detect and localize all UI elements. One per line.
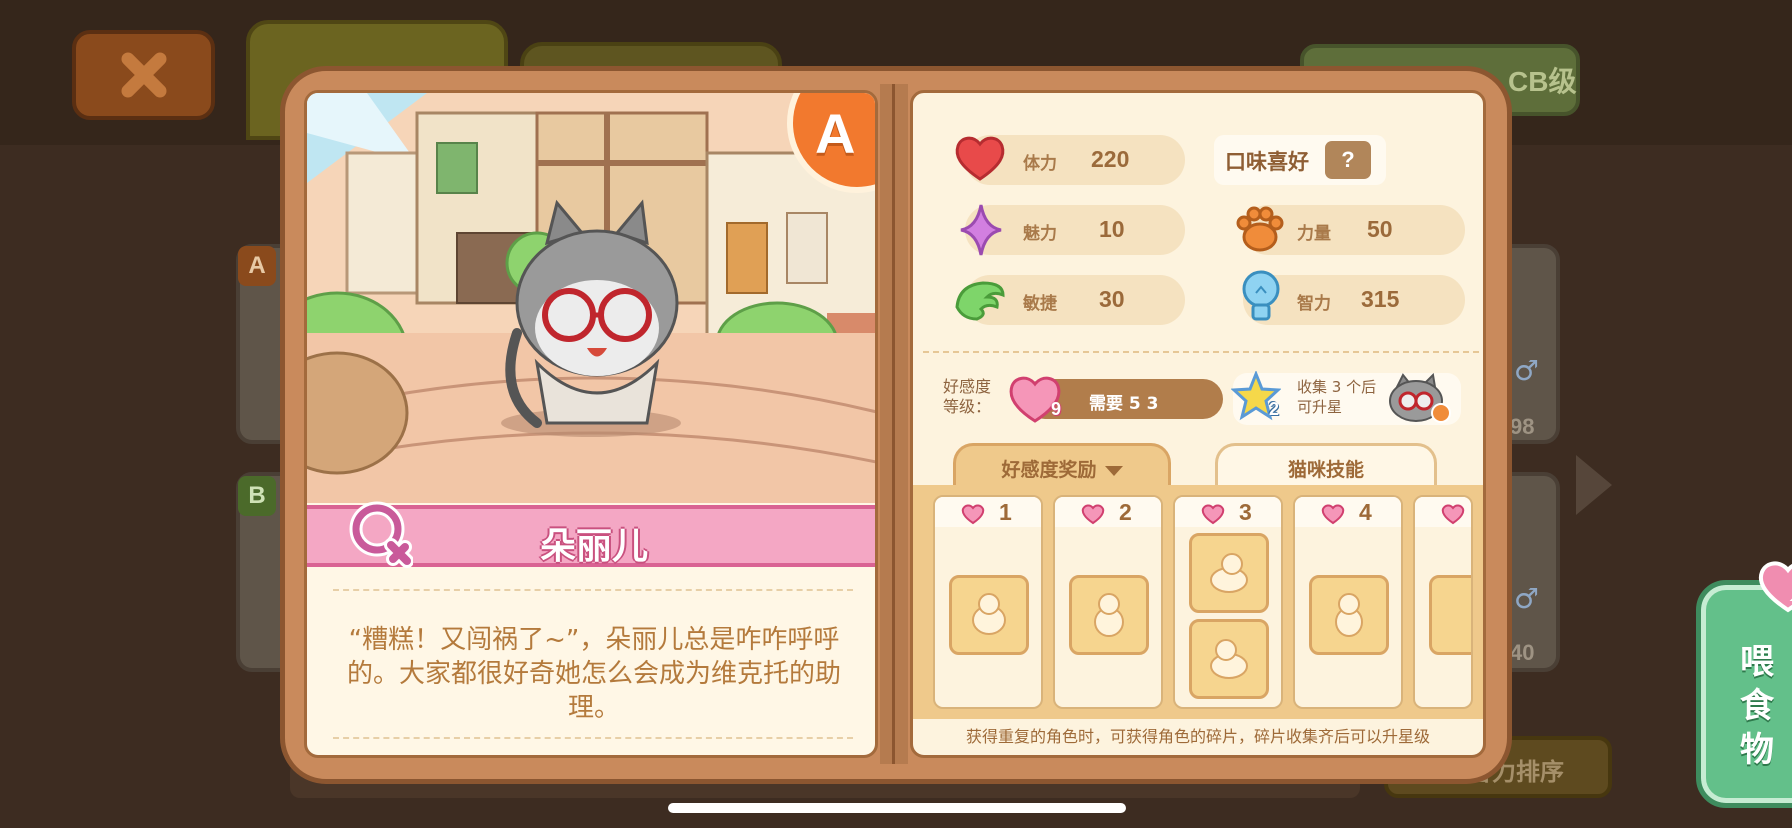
character-avatar-icon xyxy=(1389,373,1451,423)
stat-label-charm: 魅力 xyxy=(1023,224,1057,244)
caret-down-icon xyxy=(1104,465,1123,476)
card-grade-badge: A xyxy=(238,246,276,286)
reward-card[interactable]: 1 xyxy=(933,495,1043,709)
book-spine-line xyxy=(892,84,895,764)
reward-card[interactable]: 4 xyxy=(1293,495,1403,709)
stat-value-charm: 10 xyxy=(1099,216,1125,242)
stat-label-strength: 力量 xyxy=(1297,224,1331,244)
divider xyxy=(333,589,853,591)
town-scene-illustration xyxy=(307,93,875,503)
divider xyxy=(333,737,853,739)
reward-item[interactable] xyxy=(1429,575,1471,655)
reward-level: 3 xyxy=(1239,499,1252,525)
home-indicator[interactable] xyxy=(668,803,1126,813)
reward-card-header xyxy=(1055,497,1161,527)
stat-label-agility: 敏捷 xyxy=(1023,294,1057,314)
cat-pose-icon xyxy=(1210,639,1248,679)
heart-icon xyxy=(1081,504,1105,525)
heart-up-icon xyxy=(1758,561,1792,613)
paw-icon xyxy=(1236,206,1284,252)
character-description: “糟糕！又闯祸了~”，朵丽儿总是咋咋呼呼的。大家都很好奇她怎么会成为维克托的助理… xyxy=(346,625,841,723)
stat-label-intelligence: 智力 xyxy=(1297,294,1331,314)
heart-icon xyxy=(1441,504,1465,525)
reward-item[interactable] xyxy=(1069,575,1149,655)
character-stats-page: 体力 220 口味喜好 ? 魅力 10 力量 50 敏捷 30 智力 315 好… xyxy=(910,90,1486,758)
taste-label: 口味喜好 xyxy=(1225,150,1309,174)
reward-level: 2 xyxy=(1119,499,1132,525)
grade-letter: A xyxy=(815,102,856,165)
reward-level: 4 xyxy=(1359,499,1372,525)
tab-label: 好感度奖励 xyxy=(1001,459,1097,481)
affection-label: 好感度等级： xyxy=(943,377,992,416)
reward-card-header xyxy=(1295,497,1401,527)
cat-pose-icon xyxy=(1210,553,1248,593)
cat-pose-icon xyxy=(1335,593,1363,637)
card-grade-badge: B xyxy=(238,476,276,516)
reward-card-header xyxy=(935,497,1041,527)
affection-requirement: 需要 5 3 xyxy=(1089,394,1159,414)
star-up-hint: 收集 3 个后可升星 xyxy=(1297,378,1377,416)
character-name: 朵丽儿 xyxy=(539,526,648,567)
lightbulb-icon xyxy=(1242,270,1280,321)
close-button[interactable] xyxy=(72,30,215,120)
next-page-arrow[interactable] xyxy=(1576,455,1612,515)
grade-filter-label: CB级 xyxy=(1508,66,1577,97)
tab-label: 猫咪技能 xyxy=(1287,459,1364,481)
reward-card-header xyxy=(1175,497,1281,527)
shard-info-note: 获得重复的角色时，可获得角色的碎片，碎片收集齐后可以升星级 xyxy=(965,727,1430,746)
character-portrait-page: A 朵丽儿 “糟糕！又闯祸了~”，朵丽儿总是咋咋呼呼的。大家都很好奇她怎么会成为… xyxy=(304,90,878,758)
heart-icon xyxy=(1201,504,1225,525)
card-number: 40 xyxy=(1510,640,1535,665)
heart-icon xyxy=(1321,504,1345,525)
stat-label-stamina: 体力 xyxy=(1023,154,1057,174)
close-icon xyxy=(121,52,166,98)
reward-card[interactable]: 3 xyxy=(1173,495,1283,709)
male-icon: ♂ xyxy=(1514,582,1540,615)
reward-item[interactable] xyxy=(1189,533,1269,613)
reward-item[interactable] xyxy=(1309,575,1389,655)
shard-count: 2 xyxy=(1269,399,1280,419)
reward-item[interactable] xyxy=(949,575,1029,655)
divider xyxy=(923,351,1479,353)
stat-value-agility: 30 xyxy=(1099,286,1125,312)
stat-value-intelligence: 315 xyxy=(1361,286,1400,312)
stat-value-stamina: 220 xyxy=(1091,146,1130,172)
reward-item[interactable] xyxy=(1189,619,1269,699)
reward-card[interactable]: 2 xyxy=(1053,495,1163,709)
affection-level: 9 xyxy=(1051,399,1062,419)
stat-value-strength: 50 xyxy=(1367,216,1393,242)
reward-card-partial[interactable] xyxy=(1413,495,1473,709)
taste-unknown-button[interactable]: ? xyxy=(1325,141,1371,179)
wing-icon xyxy=(955,281,1005,321)
card-number: 98 xyxy=(1510,414,1535,439)
heart-icon xyxy=(961,504,985,525)
cat-pose-icon xyxy=(1094,593,1124,637)
feed-button-label: 喂食物 xyxy=(1740,642,1774,770)
sparkle-icon xyxy=(960,204,1002,256)
male-icon: ♂ xyxy=(1514,354,1540,387)
cat-pose-icon xyxy=(972,593,1006,635)
reward-level: 1 xyxy=(999,499,1012,525)
heart-icon xyxy=(955,136,1005,181)
